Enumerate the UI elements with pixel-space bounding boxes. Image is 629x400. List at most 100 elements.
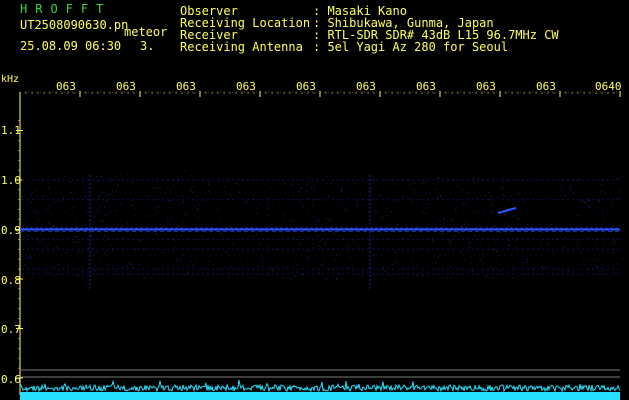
noise-dot	[55, 179, 57, 181]
noise-dot	[309, 181, 311, 183]
noise-dot	[478, 211, 480, 213]
noise-dot	[520, 193, 522, 195]
noise-dot	[416, 274, 418, 276]
noise-dot	[324, 190, 326, 192]
noise-dot	[487, 181, 489, 183]
noise-dot	[276, 267, 278, 269]
noise-dot	[67, 266, 69, 268]
noise-dot	[564, 212, 566, 214]
noise-dot	[388, 231, 390, 233]
noise-dot	[361, 205, 363, 207]
noise-dot	[336, 207, 338, 209]
noise-dot	[50, 205, 52, 207]
noise-dot	[155, 209, 157, 211]
noise-dot	[283, 221, 285, 223]
noise-dot	[449, 241, 451, 243]
noise-dot	[324, 261, 326, 263]
noise-dot	[42, 178, 44, 180]
noise-dot	[126, 182, 128, 184]
noise-dot	[115, 270, 117, 272]
noise-dot	[193, 263, 195, 265]
noise-dot	[424, 181, 426, 183]
noise-dot	[151, 232, 153, 234]
noise-dot	[396, 224, 398, 226]
noise-dot	[454, 208, 456, 210]
noise-dot	[247, 259, 249, 261]
noise-dot	[538, 220, 540, 222]
noise-dot	[483, 255, 485, 257]
noise-dot	[152, 187, 154, 189]
noise-dot	[94, 187, 96, 189]
noise-floor	[19, 379, 621, 393]
noise-dot	[572, 192, 574, 194]
noise-dot	[157, 211, 159, 213]
noise-dot	[493, 249, 495, 251]
noise-dot	[284, 182, 286, 184]
noise-dot	[98, 195, 100, 197]
noise-dot	[416, 265, 418, 267]
noise-dot	[471, 269, 473, 271]
noise-dot	[292, 196, 294, 198]
noise-dot	[70, 255, 72, 257]
noise-dot	[250, 272, 252, 274]
noise-dot	[319, 234, 321, 236]
noise-dot	[595, 243, 597, 245]
noise-dot	[436, 177, 438, 179]
noise-dot	[315, 198, 317, 200]
noise-dot	[427, 250, 429, 252]
noise-dot	[417, 257, 419, 259]
noise-dot	[541, 232, 543, 234]
noise-dot	[93, 254, 95, 256]
noise-dot	[123, 249, 125, 251]
noise-dot	[47, 187, 49, 189]
noise-dot	[477, 217, 479, 219]
noise-dot	[109, 193, 111, 195]
noise-dot	[256, 212, 258, 214]
noise-dot	[533, 269, 535, 271]
noise-dot	[125, 265, 127, 267]
noise-dot	[120, 175, 122, 177]
noise-dot	[256, 234, 258, 236]
noise-dot	[589, 199, 591, 201]
noise-dot	[349, 249, 351, 251]
noise-dot	[74, 236, 76, 238]
noise-dot	[286, 266, 288, 268]
noise-dot	[149, 215, 151, 217]
noise-dot	[295, 275, 297, 277]
noise-dot	[463, 202, 465, 204]
noise-dot	[34, 190, 36, 192]
noise-dot	[341, 188, 343, 190]
noise-dot	[204, 181, 206, 183]
noise-dot	[356, 225, 358, 227]
noise-dot	[326, 183, 328, 185]
noise-dot	[619, 190, 621, 192]
noise-dot	[586, 199, 588, 201]
noise-dot	[191, 187, 193, 189]
noise-dot	[466, 190, 468, 192]
noise-dot	[22, 276, 24, 278]
noise-dot	[455, 206, 457, 208]
noise-dot	[314, 233, 316, 235]
noise-dot	[81, 270, 83, 272]
noise-dot	[563, 258, 565, 260]
noise-dot	[185, 221, 187, 223]
noise-dot	[468, 243, 470, 245]
noise-dot	[225, 251, 227, 253]
noise-dot	[62, 198, 64, 200]
noise-dot	[257, 262, 259, 264]
noise-dot	[87, 248, 89, 250]
noise-dot	[364, 263, 366, 265]
noise-dot	[437, 256, 439, 258]
noise-dot	[128, 183, 130, 185]
noise-floor-fill	[20, 392, 620, 400]
noise-dot	[48, 223, 50, 225]
noise-dot	[501, 180, 503, 182]
noise-dot	[505, 233, 507, 235]
noise-dot	[581, 263, 583, 265]
noise-dot	[504, 254, 506, 256]
noise-dot	[616, 178, 618, 180]
noise-dot	[100, 220, 102, 222]
noise-dot	[129, 273, 131, 275]
noise-dot	[346, 245, 348, 247]
noise-dot	[181, 194, 183, 196]
